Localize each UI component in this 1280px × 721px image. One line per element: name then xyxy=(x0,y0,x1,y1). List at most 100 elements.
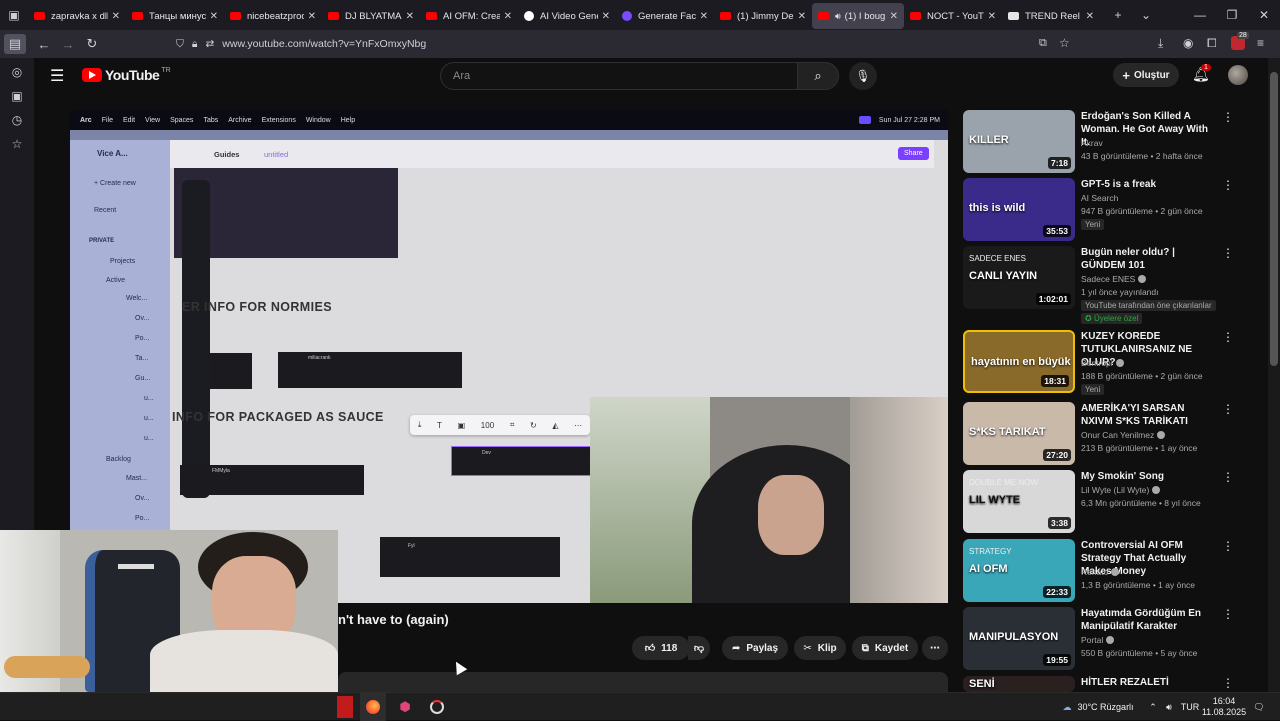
more-options-icon[interactable]: ⋮ xyxy=(1222,246,1234,260)
browser-tab[interactable]: nicebeatzprod-np - YouTube ✕ xyxy=(224,3,322,29)
new-tab-button[interactable]: + xyxy=(1104,0,1132,30)
reload-button[interactable]: ↻ xyxy=(80,32,104,56)
video-thumbnail[interactable]: this is wild 35:53 xyxy=(963,178,1075,241)
speaker-icon[interactable]: 🔊︎ xyxy=(835,11,841,22)
video-thumbnail[interactable]: CANLI YAYIN SADECE ENES 1:02:01 xyxy=(963,246,1075,309)
close-tab-icon[interactable]: ✕ xyxy=(890,11,898,22)
browser-tab[interactable]: AI OFM: Create an AI ✕ xyxy=(420,3,518,29)
channel-name[interactable]: Portal xyxy=(1081,635,1115,645)
taskbar-app-speed-icon[interactable] xyxy=(426,693,448,721)
taskbar-firefox-icon[interactable] xyxy=(360,693,386,721)
channel-name[interactable]: Onur Can Yenilmez xyxy=(1081,430,1166,440)
like-button[interactable]: 👍︎ 118 xyxy=(632,636,690,660)
close-tab-icon[interactable]: ✕ xyxy=(406,11,414,22)
recommended-video[interactable]: KILLER 7:18 Erdoğan's Son Killed A Woman. … xyxy=(963,110,1263,176)
tab-list-chevron-icon[interactable]: ⌄ xyxy=(1132,0,1160,30)
tray-chevron-icon[interactable]: ⌃ xyxy=(1145,693,1161,721)
channel-name[interactable]: Bentropi xyxy=(1081,358,1124,368)
video-thumbnail[interactable]: AI OFM STRATEGY 22:33 xyxy=(963,539,1075,602)
browser-tab[interactable]: TREND Reel (Strategy) ✕ xyxy=(1002,3,1100,29)
extensions-icon[interactable]: ⧠ xyxy=(1207,36,1217,51)
browser-tab[interactable]: DJ BLYATMAN - YouTube ✕ xyxy=(322,3,420,29)
recommended-video[interactable]: SENİ HİTLER REZALETİ ⋮ xyxy=(963,676,1263,692)
channel-name[interactable]: Akrav xyxy=(1081,138,1103,148)
close-tab-icon[interactable]: ✕ xyxy=(1086,11,1094,22)
more-options-icon[interactable]: ⋮ xyxy=(1222,607,1234,621)
recommended-video-title[interactable]: Bugün neler oldu? | GÜNDEM 101 xyxy=(1081,246,1217,272)
channel-name[interactable]: AI Search xyxy=(1081,193,1118,203)
close-tab-icon[interactable]: ✕ xyxy=(504,11,512,22)
close-tab-icon[interactable]: ✕ xyxy=(308,11,316,22)
dislike-button[interactable]: 👎︎ xyxy=(688,636,710,660)
search-button[interactable]: ⌕ xyxy=(797,62,839,90)
more-actions-button[interactable]: ⋯ xyxy=(922,636,948,660)
browser-tab[interactable]: (1) Jimmy Denero ✕ xyxy=(714,3,812,29)
clip-button[interactable]: ✂ Klip xyxy=(794,636,846,660)
video-thumbnail[interactable]: hayatının en büyük hatası 18:31 xyxy=(963,330,1075,393)
recommended-video[interactable]: MANIPULASYON 19:55 Hayatımda Gördüğüm En M… xyxy=(963,607,1263,673)
forward-button[interactable]: → xyxy=(56,32,80,56)
synced-tabs-icon[interactable]: ▣ xyxy=(9,88,25,104)
description-box[interactable] xyxy=(338,672,948,694)
save-button[interactable]: ⧉ Kaydet xyxy=(852,636,918,660)
recommended-video-title[interactable]: Hayatımda Gördüğüm En Manipülatif Karakt… xyxy=(1081,607,1217,633)
share-button[interactable]: ➦ Paylaş xyxy=(722,636,788,660)
more-options-icon[interactable]: ⋮ xyxy=(1222,402,1234,416)
bookmark-star-icon[interactable]: ☆ xyxy=(1059,36,1070,50)
close-tab-icon[interactable]: ✕ xyxy=(602,11,610,22)
close-tab-icon[interactable]: ✕ xyxy=(798,11,806,22)
history-icon[interactable]: ◷ xyxy=(9,112,25,128)
url-text[interactable]: www.youtube.com/watch?v=YnFxOmxyNbg xyxy=(222,38,426,50)
language-indicator[interactable]: TUR xyxy=(1179,693,1201,721)
voice-search-button[interactable]: 🎙︎ xyxy=(849,62,877,90)
recommended-video[interactable]: CANLI YAYIN SADECE ENES 1:02:01 Bugün neler… xyxy=(963,246,1263,324)
recommended-video-title[interactable]: GPT-5 is a freak xyxy=(1081,178,1217,191)
close-tab-icon[interactable]: ✕ xyxy=(210,11,218,22)
search-input[interactable]: Ara xyxy=(440,62,798,90)
browser-tab[interactable]: AI Video Generator ✕ xyxy=(518,3,616,29)
video-thumbnail[interactable]: S*KS TARIKAT 27:20 xyxy=(963,402,1075,465)
video-thumbnail[interactable]: SENİ xyxy=(963,676,1075,692)
browser-tab[interactable]: NOCT - YouTube ✕ xyxy=(904,3,1002,29)
bookmarks-icon[interactable]: ☆ xyxy=(9,136,25,152)
volume-icon[interactable]: 🔊︎ xyxy=(1161,693,1177,721)
channel-name[interactable]: Lil Wyte (Lil Wyte) xyxy=(1081,485,1161,495)
channel-name[interactable]: Sadece ENES xyxy=(1081,274,1147,284)
menu-icon[interactable]: ≡ xyxy=(1257,36,1264,50)
page-scrollbar-thumb[interactable] xyxy=(1270,72,1278,366)
tab-overview-icon[interactable]: ▣ xyxy=(0,0,28,30)
close-window-button[interactable]: ✕ xyxy=(1248,0,1280,30)
close-tab-icon[interactable]: ✕ xyxy=(112,11,120,22)
recommended-video[interactable]: this is wild 35:53 GPT-5 is a freak AI Sear… xyxy=(963,178,1263,244)
more-options-icon[interactable]: ⋮ xyxy=(1222,539,1234,553)
close-tab-icon[interactable]: ✕ xyxy=(700,11,708,22)
sidebar-toggle-icon[interactable]: ▤ xyxy=(4,34,26,54)
recommended-video-title[interactable]: AMERİKA'YI SARSAN NXIVM S*KS TARİKATI xyxy=(1081,402,1217,428)
browser-tab[interactable]: Generate Face | AI ✕ xyxy=(616,3,714,29)
more-options-icon[interactable]: ⋮ xyxy=(1222,178,1234,192)
video-thumbnail[interactable]: MANIPULASYON 19:55 xyxy=(963,607,1075,670)
recommended-video-title[interactable]: HİTLER REZALETİ xyxy=(1081,676,1217,689)
restore-window-button[interactable]: ❐ xyxy=(1216,0,1248,30)
downloads-icon[interactable]: ⤓ xyxy=(1158,36,1163,51)
channel-name[interactable]: Renato xyxy=(1081,567,1120,577)
pip-icon[interactable]: ⧉ xyxy=(1039,37,1047,50)
recommended-video[interactable]: AI OFM STRATEGY 22:33 Controversial AI OFM … xyxy=(963,539,1263,605)
taskbar-app-red-icon[interactable] xyxy=(336,693,354,721)
avatar[interactable] xyxy=(1228,65,1248,85)
browser-tab[interactable]: zapravka x dlb - YouTube ✕ xyxy=(28,3,126,29)
back-button[interactable]: ← xyxy=(32,32,56,56)
more-options-icon[interactable]: ⋮ xyxy=(1222,470,1234,484)
close-tab-icon[interactable]: ✕ xyxy=(988,11,996,22)
recommended-video[interactable]: hayatının en büyük hatası18:31KUZEY KORE… xyxy=(963,330,1263,396)
browser-tab[interactable]: 🔊︎(1) I bought ✕ xyxy=(812,3,904,29)
ai-chat-icon[interactable]: ◎ xyxy=(9,64,25,80)
recommended-video[interactable]: S*KS TARIKAT 27:20 AMERİKA'YI SARSAN NXIVM… xyxy=(963,402,1263,468)
notification-center-icon[interactable]: 🗨︎ xyxy=(1250,693,1268,721)
recommended-video-title[interactable]: My Smokin' Song xyxy=(1081,470,1217,483)
url-bar[interactable]: ⛉ 🔒︎ ⇄ www.youtube.com/watch?v=YnFxOmxyN… xyxy=(176,33,1076,55)
clock[interactable]: 16:04 11.08.2025 xyxy=(1202,693,1246,721)
more-options-icon[interactable]: ⋮ xyxy=(1222,110,1234,124)
hamburger-menu-icon[interactable]: ☰ xyxy=(50,66,64,86)
video-thumbnail[interactable]: LIL WYTE DOUBLE ME NOW 3:38 xyxy=(963,470,1075,533)
